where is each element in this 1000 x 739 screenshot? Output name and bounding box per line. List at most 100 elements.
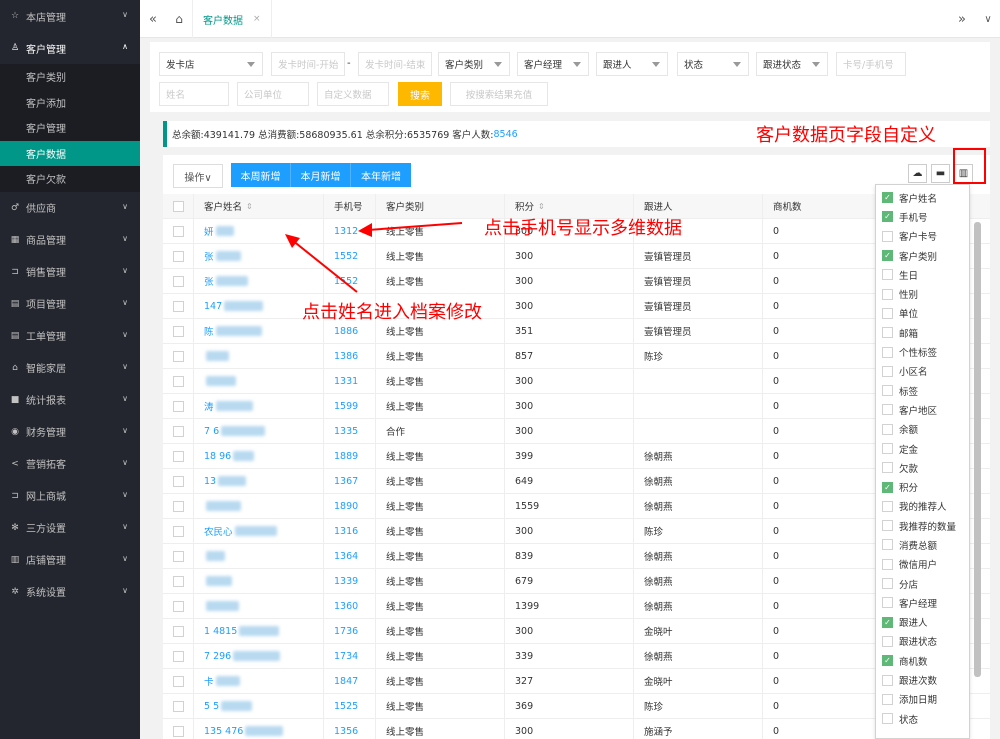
- cloud-upload-icon[interactable]: ☁: [908, 164, 927, 183]
- checked-checkbox[interactable]: ✓: [882, 250, 893, 262]
- row-checkbox[interactable]: [172, 725, 184, 737]
- sidebar-item-14[interactable]: ✲ 系统设置 ∨: [0, 576, 140, 608]
- unchecked-checkbox[interactable]: [882, 539, 893, 551]
- sidebar-item-0[interactable]: ☆ 本店管理 ∨: [0, 0, 140, 32]
- customer-phone-link[interactable]: 1552: [334, 251, 358, 262]
- sidebar-item-5[interactable]: ▤ 项目管理 ∨: [0, 288, 140, 320]
- sidebar-item-13[interactable]: ▥ 店铺管理 ∨: [0, 544, 140, 576]
- unchecked-checkbox[interactable]: [882, 558, 893, 570]
- column-toggle-item[interactable]: 状态: [876, 709, 969, 728]
- checked-checkbox[interactable]: ✓: [882, 655, 893, 667]
- checked-checkbox[interactable]: ✓: [882, 211, 893, 223]
- column-toggle-item[interactable]: 跟进次数: [876, 670, 969, 689]
- row-checkbox[interactable]: [172, 400, 184, 412]
- checked-checkbox[interactable]: ✓: [882, 481, 893, 493]
- name-input[interactable]: 姓名: [159, 82, 229, 106]
- follow-status-select[interactable]: 跟进状态: [756, 52, 828, 76]
- sidebar-item-1[interactable]: ♙ 客户管理 ∧: [0, 32, 140, 64]
- column-toggle-item[interactable]: ✓ 积分: [876, 477, 969, 496]
- unchecked-checkbox[interactable]: [882, 462, 893, 474]
- customer-name-link[interactable]: 7 296: [204, 651, 231, 662]
- sort-icon[interactable]: ⇕: [246, 202, 253, 211]
- operation-button[interactable]: 操作∨: [173, 164, 223, 188]
- select-all-checkbox[interactable]: [172, 200, 184, 212]
- unchecked-checkbox[interactable]: [882, 385, 893, 397]
- scrollbar[interactable]: [974, 222, 981, 677]
- customer-name-link[interactable]: 18 96: [204, 451, 231, 462]
- customer-name-link[interactable]: 1 4815: [204, 626, 237, 637]
- end-time-input[interactable]: 发卡时间-结束: [358, 52, 432, 76]
- follower-select[interactable]: 跟进人: [596, 52, 668, 76]
- sidebar-item-10[interactable]: < 营销拓客 ∨: [0, 448, 140, 480]
- month-new-button[interactable]: 本月新增: [291, 163, 351, 187]
- sidebar-item-4[interactable]: ⊐ 销售管理 ∨: [0, 256, 140, 288]
- sidebar-item-3[interactable]: ▦ 商品管理 ∨: [0, 224, 140, 256]
- column-toggle-item[interactable]: 客户地区: [876, 400, 969, 419]
- row-checkbox[interactable]: [172, 350, 184, 362]
- sidebar-item-11[interactable]: ⊐ 网上商城 ∨: [0, 480, 140, 512]
- unchecked-checkbox[interactable]: [882, 288, 893, 300]
- customer-phone-link[interactable]: 1356: [334, 726, 358, 737]
- column-toggle-item[interactable]: 性别: [876, 284, 969, 303]
- customer-name-link[interactable]: 13: [204, 476, 216, 487]
- unchecked-checkbox[interactable]: [882, 327, 893, 339]
- sidebar-item-8[interactable]: ■ 统计报表 ∨: [0, 384, 140, 416]
- customer-phone-link[interactable]: 1886: [334, 326, 358, 337]
- row-checkbox[interactable]: [172, 325, 184, 337]
- sidebar-subitem-4[interactable]: 客户欠款: [0, 166, 140, 192]
- sidebar-item-12[interactable]: ✻ 三方设置 ∨: [0, 512, 140, 544]
- company-input[interactable]: 公司单位: [237, 82, 309, 106]
- customer-name-link[interactable]: 张: [204, 249, 214, 263]
- unchecked-checkbox[interactable]: [882, 307, 893, 319]
- week-new-button[interactable]: 本周新增: [231, 163, 291, 187]
- row-checkbox[interactable]: [172, 225, 184, 237]
- row-checkbox[interactable]: [172, 450, 184, 462]
- customer-phone-link[interactable]: 1364: [334, 551, 358, 562]
- unchecked-checkbox[interactable]: [882, 423, 893, 435]
- row-checkbox[interactable]: [172, 425, 184, 437]
- column-toggle-item[interactable]: 欠款: [876, 458, 969, 477]
- customer-name-link[interactable]: 张: [204, 274, 214, 288]
- row-checkbox[interactable]: [172, 525, 184, 537]
- customer-phone-link[interactable]: 1889: [334, 451, 358, 462]
- customer-phone-link[interactable]: 1339: [334, 576, 358, 587]
- column-toggle-item[interactable]: ✓ 跟进人: [876, 613, 969, 632]
- customer-phone-link[interactable]: 1847: [334, 676, 358, 687]
- unchecked-checkbox[interactable]: [882, 269, 893, 281]
- row-checkbox[interactable]: [172, 600, 184, 612]
- status-select[interactable]: 状态: [677, 52, 749, 76]
- print-icon[interactable]: ▬: [931, 164, 950, 183]
- column-toggle-item[interactable]: 余额: [876, 420, 969, 439]
- sidebar-item-2[interactable]: ♂ 供应商 ∨: [0, 192, 140, 224]
- column-toggle-item[interactable]: 客户经理: [876, 593, 969, 612]
- unchecked-checkbox[interactable]: [882, 500, 893, 512]
- row-checkbox[interactable]: [172, 650, 184, 662]
- column-toggle-item[interactable]: 邮箱: [876, 323, 969, 342]
- column-toggle-item[interactable]: 我的推荐人: [876, 497, 969, 516]
- start-time-input[interactable]: 发卡时间-开始: [271, 52, 345, 76]
- unchecked-checkbox[interactable]: [882, 365, 893, 377]
- customer-name-link[interactable]: 涛: [204, 399, 214, 413]
- customer-phone-link[interactable]: 1599: [334, 401, 358, 412]
- column-toggle-item[interactable]: ✓ 客户类别: [876, 246, 969, 265]
- customer-phone-link[interactable]: 1525: [334, 701, 358, 712]
- customer-name-link[interactable]: 7 6: [204, 426, 219, 437]
- unchecked-checkbox[interactable]: [882, 713, 893, 725]
- customer-phone-link[interactable]: 1312: [334, 226, 358, 237]
- sidebar-item-6[interactable]: ▤ 工单管理 ∨: [0, 320, 140, 352]
- row-checkbox[interactable]: [172, 625, 184, 637]
- customer-name-link[interactable]: 135 476: [204, 726, 243, 737]
- year-new-button[interactable]: 本年新增: [351, 163, 411, 187]
- customer-phone-link[interactable]: 1360: [334, 601, 358, 612]
- unchecked-checkbox[interactable]: [882, 443, 893, 454]
- category-select[interactable]: 客户类别: [438, 52, 510, 76]
- customer-phone-link[interactable]: 1734: [334, 651, 358, 662]
- sidebar-subitem-0[interactable]: 客户类别: [0, 64, 140, 90]
- customer-name-link[interactable]: 卡: [204, 674, 214, 688]
- unchecked-checkbox[interactable]: [882, 578, 893, 590]
- customer-phone-link[interactable]: 1386: [334, 351, 358, 362]
- column-toggle-item[interactable]: 生日: [876, 265, 969, 284]
- customer-name-link[interactable]: 147: [204, 301, 222, 312]
- column-toggle-item[interactable]: 我推荐的数量: [876, 516, 969, 535]
- customer-name-link[interactable]: 农民心: [204, 524, 233, 538]
